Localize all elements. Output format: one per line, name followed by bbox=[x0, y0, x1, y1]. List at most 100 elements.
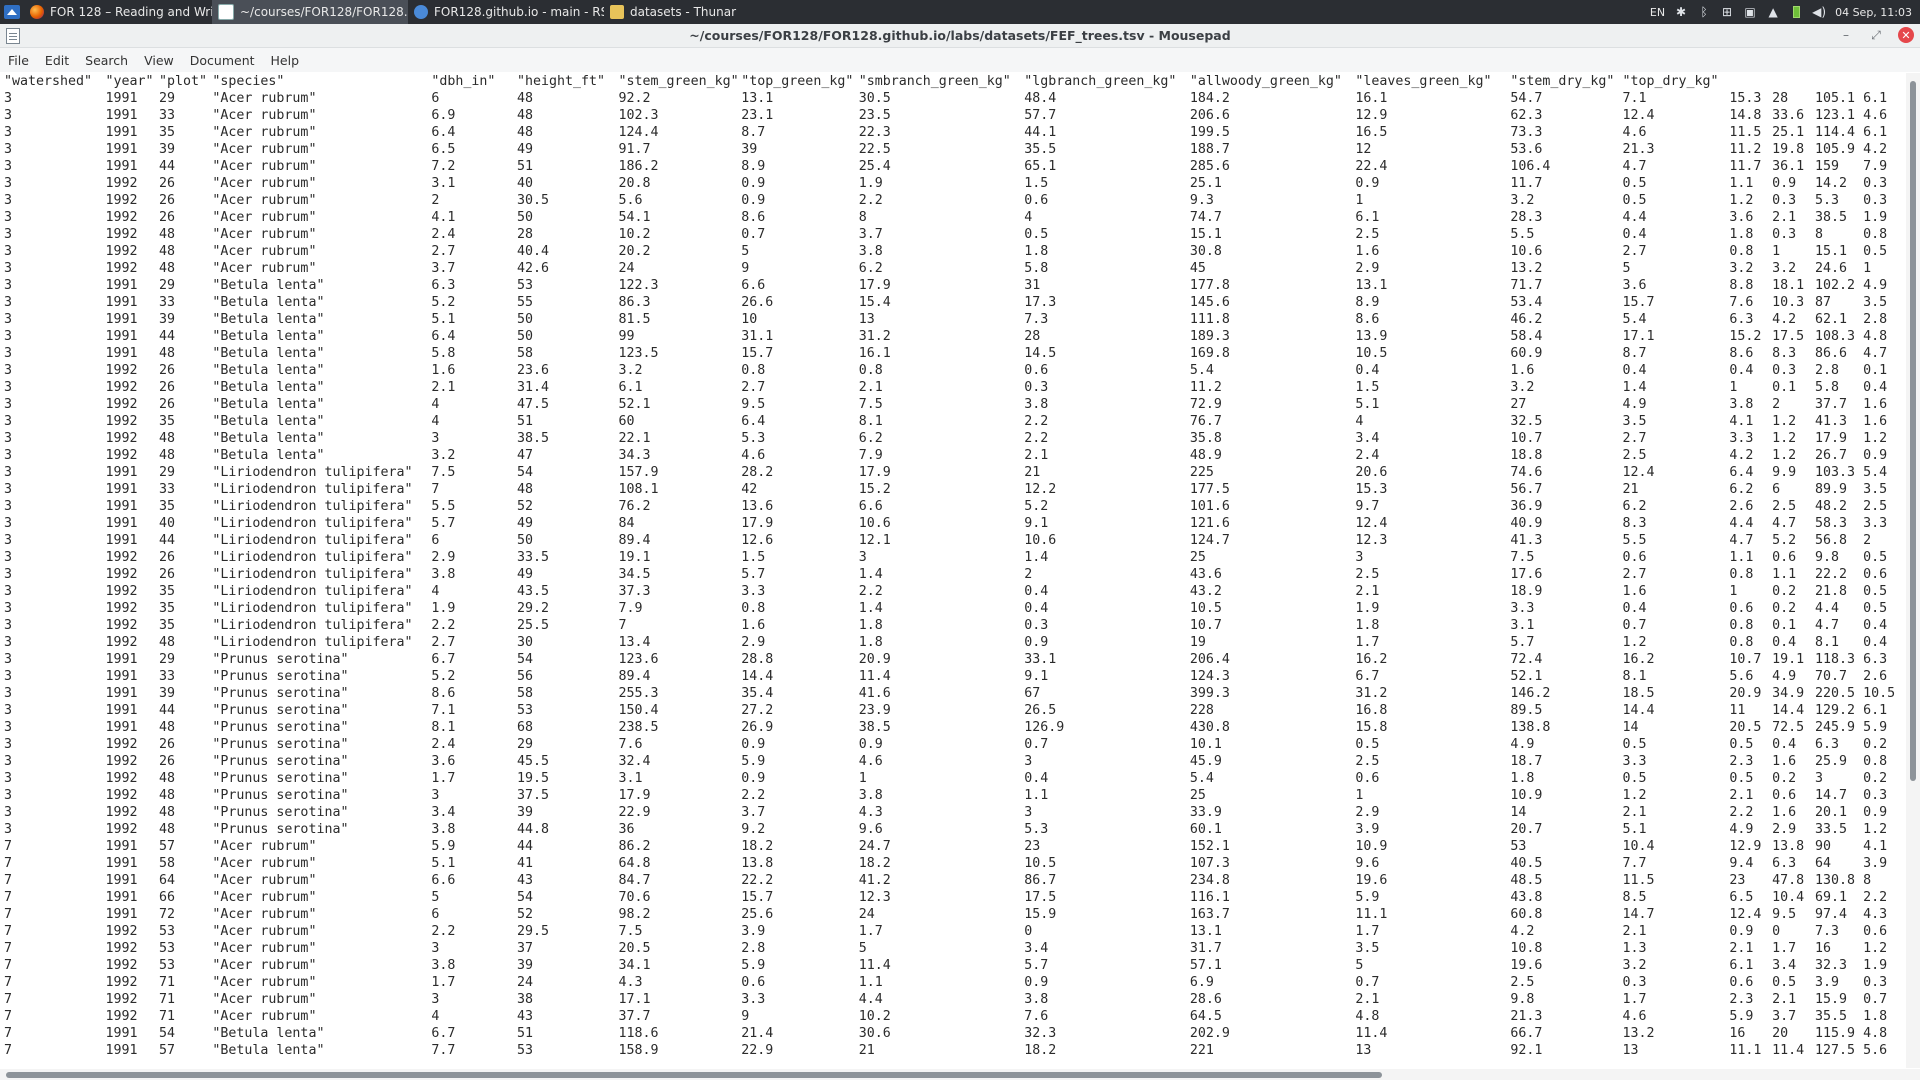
data-cell: "Prunus serotina" bbox=[212, 720, 349, 735]
data-cell: 399.3 bbox=[1189, 686, 1230, 701]
data-cell: 2.5 bbox=[1622, 448, 1647, 463]
data-cell: "Betula lenta" bbox=[212, 397, 325, 412]
text-editor-area[interactable]: "watershed" "year" "plot" "species" "dbh_in"… bbox=[0, 73, 1906, 1069]
data-cell: 122.3 bbox=[618, 278, 659, 293]
data-cell: 13 bbox=[1355, 1043, 1372, 1058]
data-row: 3 1991 29 "Liriodendron tulipifera" 7.5 54 157… bbox=[4, 464, 1906, 481]
clock[interactable]: 04 Sep, 11:03 bbox=[1835, 6, 1912, 19]
data-cell: 14.4 bbox=[1772, 703, 1805, 718]
data-cell: 11.4 bbox=[1772, 1043, 1805, 1058]
data-cell: 31.1 bbox=[741, 329, 774, 344]
menu-edit[interactable]: Edit bbox=[37, 53, 77, 68]
close-icon[interactable]: ✕ bbox=[1898, 27, 1914, 43]
data-cell: "Acer rubrum" bbox=[212, 958, 317, 973]
data-cell: 206.6 bbox=[1189, 108, 1230, 123]
data-cell: 0.7 bbox=[1355, 975, 1380, 990]
notification-bell-icon[interactable]: ▲ bbox=[1766, 5, 1780, 19]
settings-icon[interactable]: ✱ bbox=[1674, 5, 1688, 19]
data-cell: 6.4 bbox=[1729, 465, 1754, 480]
data-cell: 2.8 bbox=[741, 941, 766, 956]
data-cell: 5 bbox=[858, 941, 867, 956]
data-cell: 16 bbox=[1814, 941, 1831, 956]
data-cell: 0.4 bbox=[1622, 363, 1647, 378]
data-cell: 8.1 bbox=[431, 720, 456, 735]
display-icon[interactable]: ▣ bbox=[1743, 5, 1757, 19]
menu-view[interactable]: View bbox=[136, 53, 182, 68]
data-cell: 0.6 bbox=[1729, 601, 1754, 616]
data-cell: "Liriodendron tulipifera" bbox=[212, 516, 413, 531]
data-cell: 18.1 bbox=[1772, 278, 1805, 293]
data-cell: 169.8 bbox=[1189, 346, 1230, 361]
menu-search[interactable]: Search bbox=[77, 53, 136, 68]
data-cell: 0.2 bbox=[1772, 584, 1797, 599]
maximize-icon[interactable]: ⤢ bbox=[1868, 27, 1884, 43]
data-cell: 4.2 bbox=[1729, 448, 1754, 463]
data-cell: 1.1 bbox=[1729, 550, 1754, 565]
data-cell: 1991 bbox=[105, 1043, 138, 1058]
data-cell: 48 bbox=[158, 448, 175, 463]
data-cell: 3 bbox=[4, 244, 13, 259]
data-cell: 7.9 bbox=[858, 448, 883, 463]
data-cell: 2 bbox=[1772, 397, 1781, 412]
app-menu-button[interactable] bbox=[0, 0, 24, 24]
horizontal-scroll-thumb[interactable] bbox=[6, 1072, 1382, 1078]
data-cell: 5.4 bbox=[1189, 771, 1214, 786]
data-cell: 0.3 bbox=[1772, 363, 1797, 378]
data-cell: 35.5 bbox=[1814, 1009, 1847, 1024]
data-cell: 48 bbox=[158, 227, 175, 242]
menu-document[interactable]: Document bbox=[182, 53, 263, 68]
data-cell: 57.7 bbox=[1024, 108, 1057, 123]
menu-file[interactable]: File bbox=[0, 53, 37, 68]
data-cell: 0.5 bbox=[1729, 737, 1754, 752]
data-cell: 20.8 bbox=[618, 176, 651, 191]
data-cell: 1.9 bbox=[1863, 210, 1888, 225]
network-icon[interactable]: ⊞ bbox=[1720, 5, 1734, 19]
data-cell: "Betula lenta" bbox=[212, 363, 325, 378]
data-cell: 0.6 bbox=[1024, 363, 1049, 378]
data-cell: 163.7 bbox=[1189, 907, 1230, 922]
data-cell: 90 bbox=[1814, 839, 1831, 854]
data-cell: 8.1 bbox=[1814, 635, 1839, 650]
data-cell: "Liriodendron tulipifera" bbox=[212, 584, 413, 599]
data-cell: 11.2 bbox=[1189, 380, 1222, 395]
data-cell: 7 bbox=[4, 958, 13, 973]
volume-icon[interactable]: ◀) bbox=[1812, 5, 1826, 19]
menu-help[interactable]: Help bbox=[263, 53, 308, 68]
data-row: 7 1992 71 "Acer rubrum" 4 43 37.7 9 10.2 7.6 64.5 4… bbox=[4, 1008, 1906, 1025]
data-cell: 0.9 bbox=[741, 176, 766, 191]
data-cell: 70.7 bbox=[1814, 669, 1847, 684]
data-cell: 2.2 bbox=[858, 584, 883, 599]
minimize-icon[interactable]: – bbox=[1838, 27, 1854, 43]
data-cell: 34.1 bbox=[618, 958, 651, 973]
data-cell: 0.6 bbox=[1863, 567, 1888, 582]
data-cell: 17.3 bbox=[1024, 295, 1057, 310]
battery-icon[interactable] bbox=[1789, 5, 1803, 19]
data-cell: 26.5 bbox=[1024, 703, 1057, 718]
data-cell: 1.6 bbox=[1622, 584, 1647, 599]
vertical-scrollbar[interactable] bbox=[1906, 73, 1920, 1068]
task-rstudio[interactable]: FOR128.github.io - main - RS... bbox=[408, 0, 604, 24]
data-cell: 146.2 bbox=[1510, 686, 1551, 701]
vertical-scroll-thumb[interactable] bbox=[1910, 81, 1916, 781]
data-row: 7 1992 71 "Acer rubrum" 1.7 24 4.3 0.6 1.1 0.9 6.9… bbox=[4, 974, 1906, 991]
data-cell: 50 bbox=[516, 210, 533, 225]
data-cell: 31.2 bbox=[1355, 686, 1388, 701]
data-cell: 49 bbox=[516, 516, 533, 531]
data-cell: 123.6 bbox=[618, 652, 659, 667]
task-mousepad[interactable]: ~/courses/FOR128/FOR128.g... bbox=[212, 0, 408, 24]
data-row: 7 1992 53 "Acer rubrum" 3.8 39 34.1 5.9 11.4 5.7 5… bbox=[4, 957, 1906, 974]
data-cell: 7.9 bbox=[1863, 159, 1888, 174]
task-firefox[interactable]: FOR 128 – Reading and Writi... bbox=[24, 0, 212, 24]
data-cell: 3.9 bbox=[1355, 822, 1380, 837]
data-cell: 1991 bbox=[105, 839, 138, 854]
bluetooth-icon[interactable]: ᛒ bbox=[1697, 5, 1711, 19]
keyboard-layout[interactable]: EN bbox=[1650, 6, 1665, 19]
task-thunar[interactable]: datasets - Thunar bbox=[604, 0, 754, 24]
data-cell: "Acer rubrum" bbox=[212, 125, 317, 140]
data-cell: "Prunus serotina" bbox=[212, 771, 349, 786]
window-titlebar[interactable]: ~/courses/FOR128/FOR128.github.io/labs/d… bbox=[0, 24, 1920, 48]
data-cell: 0.8 bbox=[1729, 244, 1754, 259]
horizontal-scrollbar[interactable] bbox=[0, 1069, 1920, 1080]
data-cell: 123.5 bbox=[618, 346, 659, 361]
data-cell: 5.2 bbox=[431, 669, 456, 684]
